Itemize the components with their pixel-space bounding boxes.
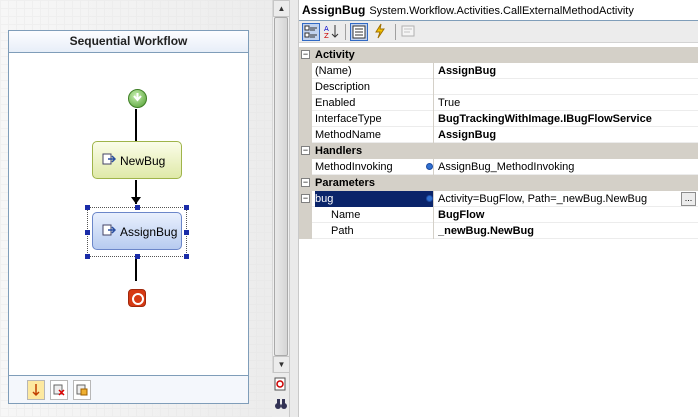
workflow-view-tabs (9, 375, 248, 403)
property-value[interactable]: BugFlow (438, 207, 698, 223)
property-row-description[interactable]: Description (299, 79, 698, 95)
designer-toolstrip (272, 373, 289, 417)
collapse-icon[interactable]: − (301, 50, 310, 59)
connector-arrow-icon (131, 197, 141, 204)
callexternalmethod-icon (102, 153, 117, 170)
category-handlers[interactable]: − Handlers (299, 143, 698, 159)
category-label: Activity (315, 49, 355, 61)
view-cancel-handler-tab-icon[interactable] (50, 380, 68, 400)
property-value[interactable]: True (438, 95, 698, 111)
property-row-bug-name[interactable]: Name BugFlow (299, 207, 698, 223)
collapse-icon[interactable]: − (301, 194, 310, 203)
designer-vertical-scrollbar[interactable]: ▲ ▼ (272, 0, 290, 373)
bind-icon[interactable] (426, 195, 433, 202)
property-name: InterfaceType (315, 111, 434, 127)
property-toolbar: AZ (299, 21, 698, 43)
property-row-enabled[interactable]: Enabled True (299, 95, 698, 111)
resize-handle[interactable] (85, 205, 90, 210)
property-row-methodinvoking[interactable]: MethodInvoking AssignBug_MethodInvoking (299, 159, 698, 175)
property-row-interfacetype[interactable]: InterfaceType BugTrackingWithImage.IBugFl… (299, 111, 698, 127)
activity-label: AssignBug (120, 225, 178, 239)
property-name: Path (315, 223, 434, 239)
collapse-icon[interactable]: − (301, 178, 310, 187)
property-pages-icon[interactable] (400, 23, 418, 41)
property-name: Description (315, 79, 434, 95)
resize-handle[interactable] (184, 205, 189, 210)
object-selector[interactable]: AssignBug System.Workflow.Activities.Call… (299, 0, 698, 21)
toolbar-separator (395, 24, 396, 40)
property-name: MethodName (315, 127, 434, 143)
category-parameters[interactable]: − Parameters (299, 175, 698, 191)
svg-text:Z: Z (324, 32, 329, 39)
ellipsis-button[interactable]: ... (681, 192, 696, 206)
collapse-icon[interactable]: − (301, 146, 310, 155)
view-workflow-tab-icon[interactable] (27, 380, 45, 400)
property-value[interactable] (438, 79, 698, 95)
alphabetical-icon[interactable]: AZ (323, 23, 341, 41)
property-row-name[interactable]: (Name) AssignBug (299, 63, 698, 79)
property-name: Enabled (315, 95, 434, 111)
zoom-icon[interactable] (274, 377, 287, 394)
resize-handle[interactable] (184, 254, 189, 259)
activity-newbug[interactable]: NewBug (92, 141, 182, 179)
resize-handle[interactable] (85, 230, 90, 235)
resize-handle[interactable] (85, 254, 90, 259)
scroll-down-icon[interactable]: ▼ (273, 356, 290, 373)
workflow-start-icon (128, 89, 147, 108)
property-value[interactable]: Activity=BugFlow, Path=_newBug.NewBug (438, 191, 678, 207)
property-value[interactable]: AssignBug_MethodInvoking (438, 159, 698, 175)
toolbar-separator (345, 24, 346, 40)
property-value[interactable]: AssignBug (438, 127, 698, 143)
category-activity[interactable]: − Activity (299, 47, 698, 63)
property-grid: AssignBug System.Workflow.Activities.Call… (299, 0, 698, 417)
resize-handle[interactable] (184, 230, 189, 235)
properties-icon[interactable] (350, 23, 368, 41)
splitter[interactable] (289, 0, 299, 417)
object-type: System.Workflow.Activities.CallExternalM… (369, 5, 634, 17)
events-icon[interactable] (372, 23, 390, 41)
callexternalmethod-icon (102, 224, 117, 241)
sequential-workflow[interactable]: Sequential Workflow NewBug AssignBug (8, 30, 249, 404)
object-name: AssignBug (302, 3, 366, 17)
property-name: Name (315, 207, 434, 223)
category-label: Parameters (315, 177, 375, 189)
connector-line (135, 259, 137, 281)
resize-handle[interactable] (135, 205, 140, 210)
property-name: (Name) (315, 63, 434, 79)
property-row-methodname[interactable]: MethodName AssignBug (299, 127, 698, 143)
property-value[interactable]: _newBug.NewBug (438, 223, 698, 239)
workflow-title: Sequential Workflow (9, 31, 248, 53)
workflow-designer[interactable]: Sequential Workflow NewBug AssignBug (0, 0, 272, 417)
property-name: bug (315, 191, 434, 207)
property-value[interactable]: AssignBug (438, 63, 698, 79)
activity-label: NewBug (120, 154, 166, 168)
property-rows: − Activity (Name) AssignBug Description En… (299, 47, 698, 239)
workflow-end-icon (128, 289, 146, 307)
activity-assignbug[interactable]: AssignBug (92, 212, 182, 250)
categorized-icon[interactable] (302, 23, 320, 41)
property-row-bug-path[interactable]: Path _newBug.NewBug (299, 223, 698, 239)
property-value[interactable]: BugTrackingWithImage.IBugFlowService (438, 111, 698, 127)
bind-icon[interactable] (426, 163, 433, 170)
connector-line (135, 109, 137, 141)
binoculars-icon[interactable] (274, 397, 288, 414)
property-row-bug[interactable]: − bug Activity=BugFlow, Path=_newBug.NewBu… (299, 191, 698, 207)
category-label: Handlers (315, 145, 363, 157)
scroll-up-icon[interactable]: ▲ (273, 0, 290, 17)
scrollbar-thumb[interactable] (274, 17, 288, 356)
view-fault-handler-tab-icon[interactable] (73, 380, 91, 400)
property-name: MethodInvoking (315, 159, 434, 175)
